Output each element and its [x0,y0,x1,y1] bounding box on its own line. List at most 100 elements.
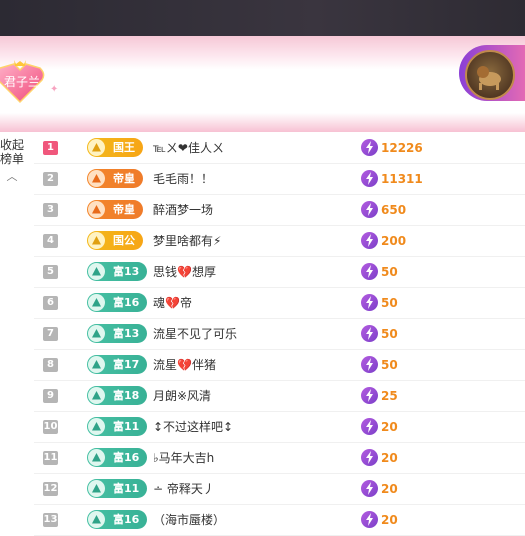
level-icon [88,139,105,156]
user-name[interactable]: （海市蜃楼） [153,505,225,535]
level-icon [88,387,105,404]
level-icon [88,356,105,373]
header-banner [0,36,525,132]
level-label: 富16 [113,451,140,464]
ranking-list: 1 国王 ℡ㄨ❤佳人ㄨ 12226 2 帝皇 毛毛雨！！ 11311 3 帝皇 … [34,133,525,536]
list-item[interactable]: 8 富17 流星💔伴猪 50 [34,350,525,381]
sparkle-icon: ✦ [50,84,59,95]
score-number: 650 [381,203,407,217]
collapse-list-button[interactable]: 收起 榜单 ︿ [0,138,24,184]
level-icon [88,511,105,528]
score-value: 20 [361,449,398,467]
level-icon [88,201,105,218]
lightning-icon [361,387,378,404]
score-value: 12226 [361,139,423,157]
level-tag: 帝皇 [87,200,143,219]
score-number: 11311 [381,172,423,186]
user-name[interactable]: ∸ 帝释天丿 [153,474,215,504]
user-name[interactable]: ♭马年大吉h [153,443,214,473]
level-label: 富16 [113,296,140,309]
list-item[interactable]: 9 富18 月朗※风清 25 [34,381,525,412]
level-label: 富13 [113,327,140,340]
score-number: 12226 [381,141,423,155]
lightning-icon [361,356,378,373]
level-tag: 富16 [87,293,148,312]
rank-badge: 8 [43,358,58,372]
list-item[interactable]: 4 国公 梦里啥都有⚡ 200 [34,226,525,257]
level-tag: 富11 [87,479,148,498]
user-name[interactable]: 醉酒梦一场 [153,195,213,225]
lion-avatar-icon [465,50,515,100]
score-number: 20 [381,482,398,496]
list-item[interactable]: 3 帝皇 醉酒梦一场 650 [34,195,525,226]
score-value: 50 [361,294,398,312]
level-tag: 富13 [87,262,148,281]
level-label: 富17 [113,358,140,371]
list-item[interactable]: 1 国王 ℡ㄨ❤佳人ㄨ 12226 [34,133,525,164]
rank-badge: 7 [43,327,58,341]
list-item[interactable]: 6 富16 魂💔帝 50 [34,288,525,319]
user-name[interactable]: ↕不过这样吧↕ [153,412,233,442]
lightning-icon [361,139,378,156]
lightning-icon [361,480,378,497]
level-label: 帝皇 [113,172,135,185]
lightning-icon [361,263,378,280]
level-tag: 富16 [87,448,148,467]
user-name[interactable]: 流星💔伴猪 [153,350,216,380]
score-value: 50 [361,356,398,374]
level-label: 帝皇 [113,203,135,216]
list-item[interactable]: 12 富11 ∸ 帝释天丿 20 [34,474,525,505]
list-item[interactable]: 5 富13 思钱💔想厚 50 [34,257,525,288]
user-name[interactable]: 流星不见了可乐 [153,319,237,349]
level-tag: 帝皇 [87,169,143,188]
score-number: 50 [381,327,398,341]
score-number: 50 [381,358,398,372]
rank-badge: 13 [43,513,58,527]
rank-badge: 1 [43,141,58,155]
collapse-label: 收起 榜单 [0,138,25,166]
list-item[interactable]: 7 富13 流星不见了可乐 50 [34,319,525,350]
level-icon [88,170,105,187]
lightning-icon [361,294,378,311]
level-label: 富11 [113,420,140,433]
user-name[interactable]: 思钱💔想厚 [153,257,216,287]
list-item[interactable]: 2 帝皇 毛毛雨！！ 11311 [34,164,525,195]
lightning-icon [361,511,378,528]
level-icon [88,263,105,280]
level-label: 国公 [113,234,135,247]
rank-badge: 6 [43,296,58,310]
lightning-icon [361,325,378,342]
list-item[interactable]: 13 富16 （海市蜃楼） 20 [34,505,525,536]
user-name[interactable]: 梦里啥都有⚡ [153,226,221,256]
user-name[interactable]: 月朗※风清 [153,381,211,411]
user-name[interactable]: ℡ㄨ❤佳人ㄨ [153,133,224,163]
level-label: 富18 [113,389,140,402]
level-label: 富13 [113,265,140,278]
level-label: 富11 [113,482,140,495]
score-value: 50 [361,325,398,343]
user-name[interactable]: 毛毛雨！！ [153,164,213,194]
score-value: 20 [361,480,398,498]
caret-up-icon: ︿ [6,170,18,183]
score-number: 25 [381,389,398,403]
list-item[interactable]: 11 富16 ♭马年大吉h 20 [34,443,525,474]
score-value: 11311 [361,170,423,188]
level-label: 国王 [113,141,135,154]
score-value: 50 [361,263,398,281]
user-name[interactable]: 魂💔帝 [153,288,192,318]
score-number: 20 [381,451,398,465]
level-icon [88,418,105,435]
score-number: 200 [381,234,407,248]
rank-badge: 4 [43,234,58,248]
level-icon [88,232,105,249]
score-number: 50 [381,296,398,310]
level-icon [88,480,105,497]
rank-badge: 3 [43,203,58,217]
level-tag: 富11 [87,417,148,436]
list-item[interactable]: 10 富11 ↕不过这样吧↕ 20 [34,412,525,443]
avatar[interactable] [459,45,525,101]
score-value: 650 [361,201,406,219]
level-icon [88,449,105,466]
lightning-icon [361,232,378,249]
rank-badge: 2 [43,172,58,186]
